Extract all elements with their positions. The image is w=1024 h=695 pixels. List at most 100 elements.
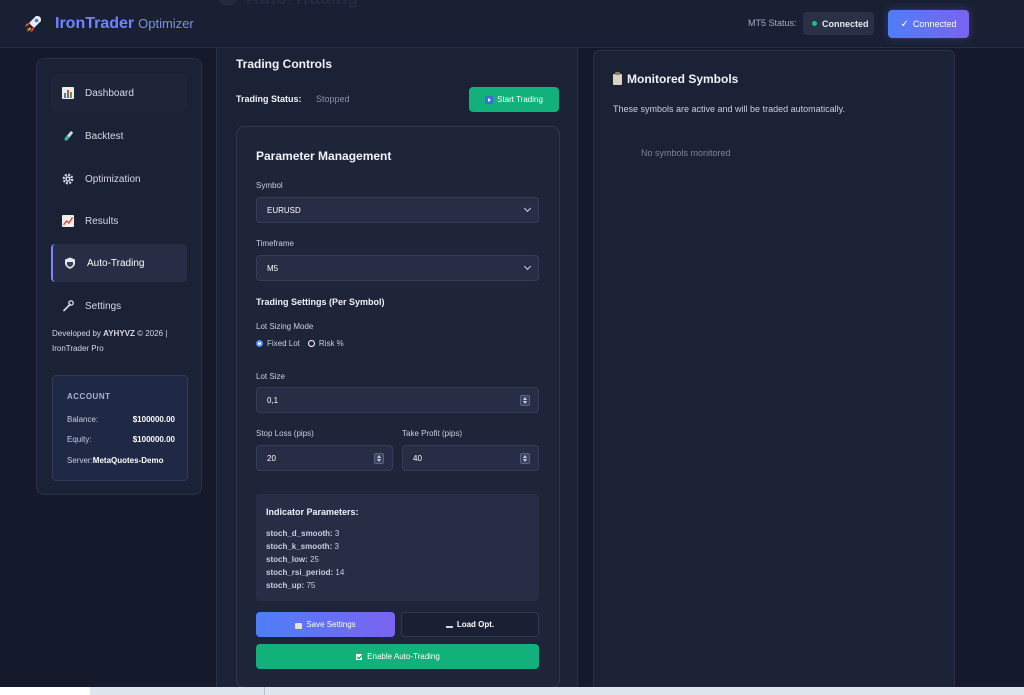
taskbar-divider bbox=[264, 687, 265, 695]
parameter-management-card: Parameter Management Symbol EURUSD Timef… bbox=[236, 126, 560, 688]
spinner-icon[interactable] bbox=[520, 395, 530, 406]
indicator-value: 3 bbox=[334, 529, 340, 538]
lot-mode-radio-group: Fixed Lot Risk % bbox=[256, 339, 344, 348]
taskbar-strip bbox=[0, 687, 1024, 695]
indicator-parameters-title: Indicator Parameters: bbox=[266, 507, 359, 517]
indicator-parameters-box: Indicator Parameters: stoch_d_smooth: 3 … bbox=[256, 494, 539, 601]
indicator-key: stoch_low: bbox=[266, 555, 308, 564]
lot-size-input[interactable]: 0,1 bbox=[256, 387, 539, 413]
trading-settings-title: Trading Settings (Per Symbol) bbox=[256, 297, 385, 307]
timeframe-value: M5 bbox=[267, 263, 279, 273]
account-server-row: Server:MetaQuotes-Demo bbox=[67, 456, 175, 465]
sidebar-item-label: Auto-Trading bbox=[87, 257, 145, 269]
checkmark-icon: ✓ bbox=[900, 18, 909, 30]
radio-fixed-lot[interactable] bbox=[256, 340, 263, 347]
chevron-down-icon bbox=[523, 262, 532, 271]
mt5-status-text: Connected bbox=[822, 18, 869, 29]
sidebar-item-results[interactable]: Results bbox=[51, 202, 187, 240]
monitored-description: These symbols are active and will be tra… bbox=[613, 104, 845, 114]
indicator-row: stoch_up: 75 bbox=[266, 581, 315, 590]
trading-status-label: Trading Status: bbox=[236, 94, 302, 104]
radio-risk-percent-label[interactable]: Risk % bbox=[319, 339, 344, 348]
brand-main: IronTrader bbox=[55, 15, 135, 32]
take-profit-input[interactable]: 40 bbox=[402, 445, 539, 471]
indicator-value: 3 bbox=[334, 542, 339, 551]
radio-risk-percent[interactable] bbox=[307, 340, 315, 347]
chevron-down-icon bbox=[523, 204, 532, 213]
stop-loss-value: 20 bbox=[267, 453, 276, 463]
indicator-key: stoch_d_smooth: bbox=[266, 529, 333, 538]
play-icon bbox=[485, 95, 494, 104]
server-value: MetaQuotes-Demo bbox=[92, 456, 164, 465]
balance-value: $100000.00 bbox=[132, 415, 175, 424]
monitored-title-text: Monitored Symbols bbox=[627, 72, 739, 86]
app-brand: IronTrader Optimizer bbox=[55, 15, 194, 33]
sidebar-item-dashboard[interactable]: Dashboard bbox=[51, 74, 187, 112]
load-opt-button[interactable]: Load Opt. bbox=[401, 612, 539, 637]
take-profit-value: 40 bbox=[413, 453, 422, 463]
save-settings-button[interactable]: Save Settings bbox=[256, 612, 395, 637]
checkbox-icon bbox=[355, 652, 364, 661]
mt5-status-label: MT5 Status: bbox=[748, 18, 797, 28]
connect-button[interactable]: ✓ Connected bbox=[888, 10, 969, 38]
indicator-value: 14 bbox=[335, 568, 345, 577]
server-label: Server: bbox=[67, 456, 93, 465]
minus-icon bbox=[445, 626, 453, 628]
indicator-row: stoch_k_smooth: 3 bbox=[266, 542, 339, 551]
lot-mode-label: Lot Sizing Mode bbox=[256, 322, 314, 331]
sidebar-item-optimization[interactable]: Optimization bbox=[51, 160, 187, 198]
sidebar-item-auto-trading[interactable]: Auto-Trading bbox=[51, 244, 187, 282]
equity-value: $100000.00 bbox=[132, 435, 175, 444]
stop-loss-label: Stop Loss (pips) bbox=[256, 429, 314, 438]
sidebar-item-backtest[interactable]: Backtest bbox=[51, 117, 187, 155]
spinner-icon[interactable] bbox=[520, 453, 530, 464]
sidebar-item-label: Backtest bbox=[85, 130, 124, 142]
sidebar-item-label: Optimization bbox=[85, 173, 141, 185]
start-trading-button[interactable]: Start Trading bbox=[469, 87, 559, 112]
rocket-icon bbox=[25, 16, 41, 32]
line-chart-icon bbox=[62, 215, 74, 227]
symbol-value: EURUSD bbox=[267, 205, 301, 215]
load-opt-label: Load Opt. bbox=[456, 620, 495, 629]
wrench-icon bbox=[63, 300, 74, 312]
gear-icon bbox=[62, 173, 74, 185]
account-card: ACCOUNT Balance: $100000.00 Equity: $100… bbox=[52, 375, 188, 481]
radio-fixed-lot-label[interactable]: Fixed Lot bbox=[267, 339, 300, 348]
symbol-label: Symbol bbox=[256, 181, 283, 190]
trading-controls-panel: Trading Controls Trading Status: Stopped… bbox=[216, 48, 578, 695]
timeframe-select[interactable]: M5 bbox=[256, 255, 539, 281]
dev-name: AYHYVZ bbox=[103, 329, 135, 338]
stop-loss-input[interactable]: 20 bbox=[256, 445, 393, 471]
status-dot-icon bbox=[812, 21, 817, 26]
timeframe-label: Timeframe bbox=[256, 239, 294, 248]
connect-button-label: Connected bbox=[912, 19, 957, 29]
sidebar-item-label: Dashboard bbox=[85, 87, 134, 99]
indicator-key: stoch_k_smooth: bbox=[266, 542, 333, 551]
taskbar-segment bbox=[0, 687, 90, 695]
account-balance-row: Balance: $100000.00 bbox=[67, 415, 175, 424]
enable-auto-trading-button[interactable]: Enable Auto-Trading bbox=[256, 644, 539, 669]
clipboard-icon bbox=[613, 71, 622, 85]
developer-credit: Developed by AYHYVZ © 2026 | IronTrader … bbox=[52, 326, 192, 356]
dev-prefix: Developed by bbox=[52, 329, 104, 338]
account-equity-row: Equity: $100000.00 bbox=[67, 435, 175, 444]
bar-chart-icon bbox=[62, 87, 74, 99]
brand-sub: Optimizer bbox=[138, 16, 194, 31]
indicator-row: stoch_rsi_period: 14 bbox=[266, 568, 344, 577]
ghost-page-title: Auto-Trading bbox=[246, 0, 358, 9]
sidebar-item-settings[interactable]: Settings bbox=[51, 287, 187, 325]
mt5-status-badge: Connected bbox=[803, 12, 874, 35]
shield-icon bbox=[65, 257, 75, 269]
lock-icon bbox=[295, 622, 303, 629]
spinner-icon[interactable] bbox=[374, 453, 384, 464]
dev-line2: IronTrader Pro bbox=[52, 344, 104, 353]
sidebar-item-label: Results bbox=[85, 215, 119, 227]
sidebar: Dashboard Backtest Optimization Results … bbox=[36, 58, 202, 495]
monitored-symbols-title: Monitored Symbols bbox=[613, 71, 739, 86]
balance-label: Balance: bbox=[67, 415, 99, 424]
test-tube-icon bbox=[64, 131, 73, 141]
symbol-select[interactable]: EURUSD bbox=[256, 197, 539, 223]
indicator-key: stoch_up: bbox=[266, 581, 305, 590]
lot-size-value: 0,1 bbox=[267, 395, 279, 405]
monitored-symbols-panel: Monitored Symbols These symbols are acti… bbox=[593, 50, 955, 695]
